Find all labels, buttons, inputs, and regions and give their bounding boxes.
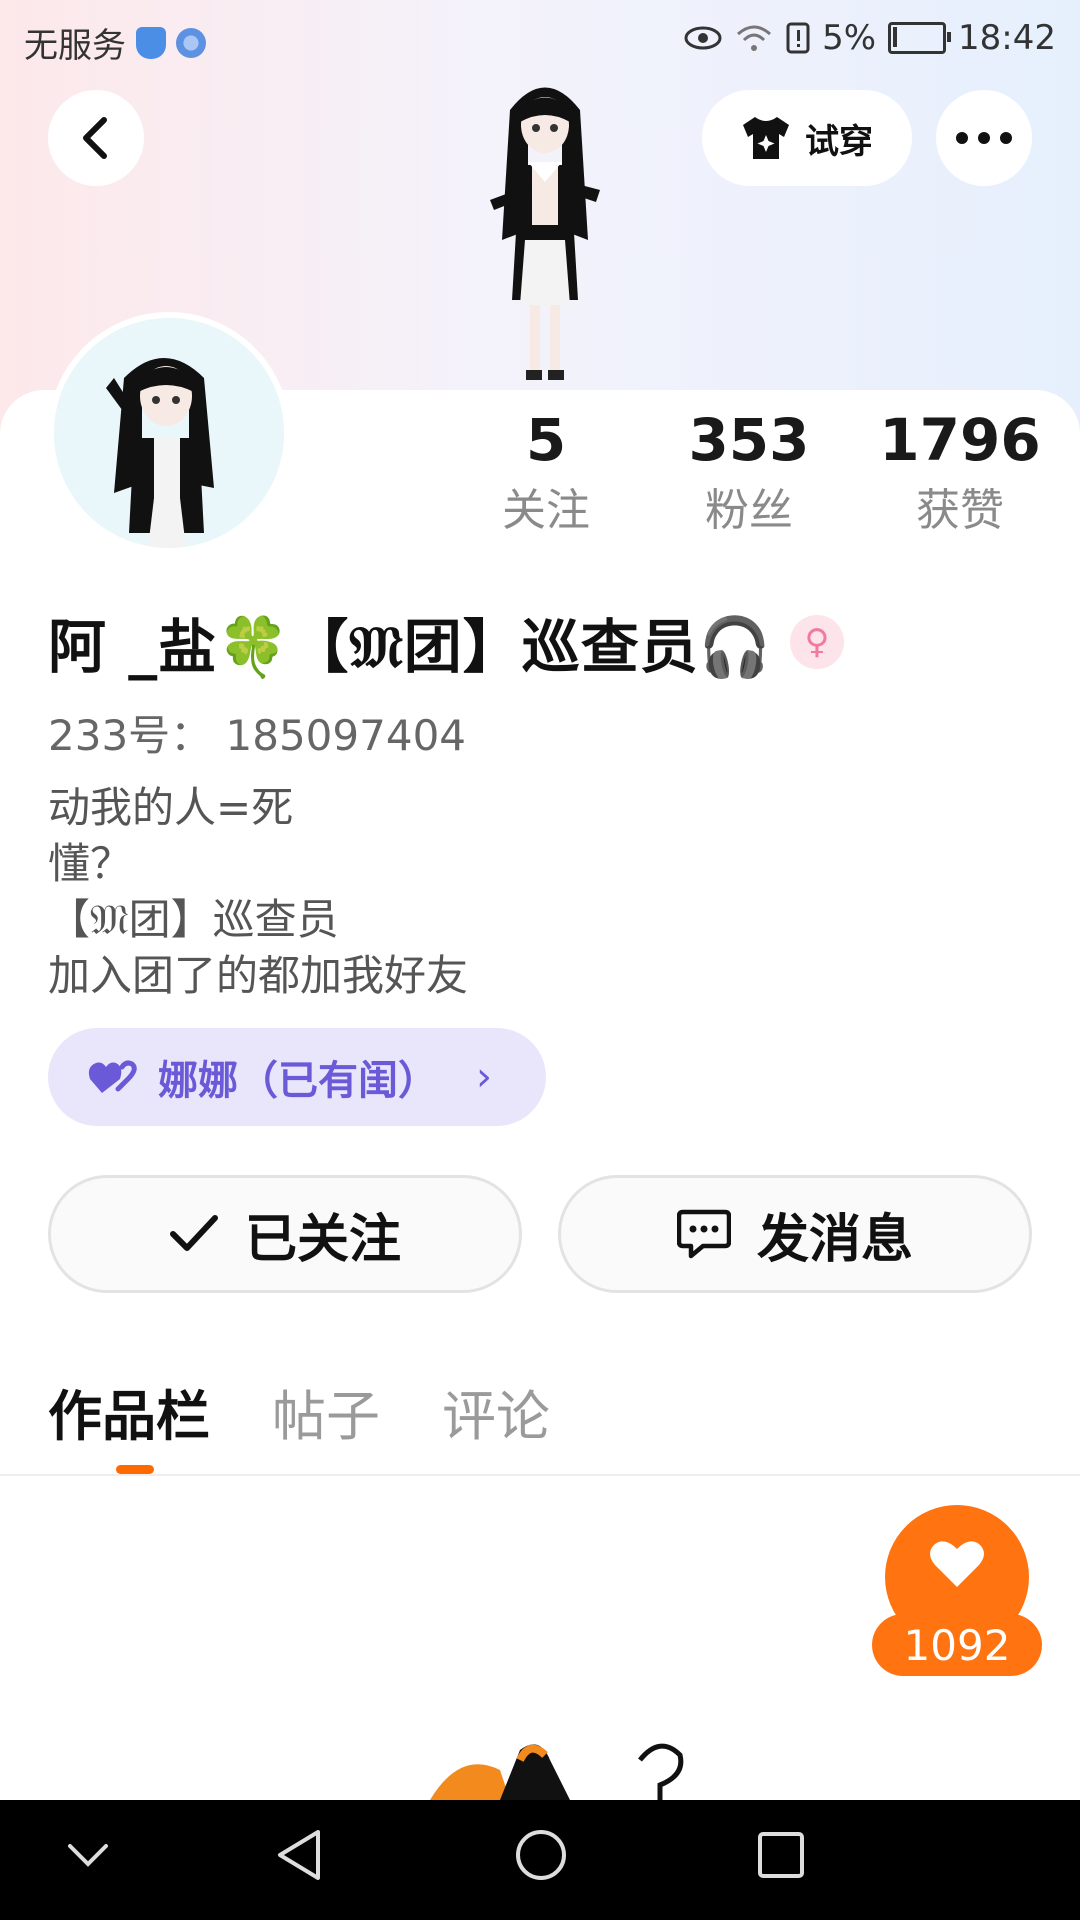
tab-posts[interactable]: 帖子 <box>272 1372 380 1451</box>
avatar[interactable] <box>48 312 290 554</box>
avatar-image <box>54 318 284 548</box>
home-circle-icon[interactable] <box>514 1828 568 1882</box>
sim-alert-icon <box>786 22 810 54</box>
send-message-button[interactable]: 发消息 <box>558 1175 1032 1293</box>
more-options-button[interactable] <box>936 90 1032 186</box>
bio-line: 懂？ <box>48 839 133 888</box>
chevron-right-icon: › <box>476 1054 492 1100</box>
hide-nav-chevron-icon[interactable] <box>66 1840 110 1870</box>
carrier-text: 无服务 <box>24 26 126 66</box>
globe-icon <box>176 27 206 58</box>
likes-received-label: 获赞 <box>916 485 1004 536</box>
shield-icon <box>136 26 166 59</box>
status-bar: 无服务 5% 18:42 <box>0 0 1080 76</box>
back-arrow-icon <box>83 117 107 159</box>
chat-bubble-icon <box>676 1209 731 1259</box>
send-message-label: 发消息 <box>756 1209 913 1270</box>
stat-following[interactable]: 5 关注 <box>480 405 612 541</box>
checkmark-icon <box>169 1215 218 1251</box>
likes-received-count: 1796 <box>879 406 1041 474</box>
stat-fans[interactable]: 353 粉丝 <box>682 405 816 541</box>
clock-time: 18:42 <box>958 18 1056 58</box>
try-on-label: 试穿 <box>805 121 873 162</box>
following-label: 关注 <box>502 485 590 536</box>
battery-icon <box>888 22 952 54</box>
stat-likes[interactable]: 1796 获赞 <box>878 405 1042 541</box>
tab-comments[interactable]: 评论 <box>442 1372 550 1451</box>
bio-line: 动我的人=死 <box>48 783 294 832</box>
bio-line: 【𝔐团】巡查员 <box>48 895 339 944</box>
system-nav-bar <box>0 1800 1080 1920</box>
bio-line: 加入团了的都加我好友 <box>48 951 469 1000</box>
recents-square-icon[interactable] <box>756 1830 806 1880</box>
tab-divider <box>0 1474 1080 1476</box>
tab-works[interactable]: 作品栏 <box>48 1372 210 1451</box>
try-on-button[interactable]: 试穿 <box>702 90 912 186</box>
username: 阿 _盐🍀【𝔐团】巡查员🎧 <box>48 613 772 681</box>
female-gender-icon: ♀ <box>790 615 844 669</box>
fans-count: 353 <box>688 406 810 474</box>
profile-tabs: 作品栏 帖子 评论 <box>48 1372 550 1451</box>
tshirt-icon <box>743 117 789 159</box>
double-heart-icon <box>88 1060 137 1093</box>
following-count: 5 <box>525 406 567 474</box>
artwork-thumbnail <box>430 1743 684 1800</box>
like-count: 1092 <box>872 1614 1042 1676</box>
name-row: 阿 _盐🍀【𝔐团】巡查员🎧 ♀ <box>48 600 844 684</box>
bio: 动我的人=死 懂？ 【𝔐团】巡查员 加入团了的都加我好友 <box>48 780 468 1004</box>
user-id[interactable]: 233号： 185097404 <box>48 702 466 763</box>
eye-icon <box>684 26 722 50</box>
relationship-label: 娜娜（已有闺） <box>158 1058 438 1104</box>
wifi-icon <box>737 25 772 51</box>
active-tab-indicator <box>116 1465 154 1474</box>
following-button[interactable]: 已关注 <box>48 1175 522 1293</box>
fans-label: 粉丝 <box>705 485 793 536</box>
heart-icon <box>930 1541 984 1587</box>
battery-percent: 5% <box>822 18 877 58</box>
following-button-label: 已关注 <box>244 1209 401 1270</box>
more-dots-icon <box>956 132 1012 144</box>
back-triangle-icon[interactable] <box>274 1828 324 1882</box>
avatar-figure-image <box>490 87 600 380</box>
relationship-tag[interactable]: 娜娜（已有闺） › <box>48 1028 546 1126</box>
back-button[interactable] <box>48 90 144 186</box>
